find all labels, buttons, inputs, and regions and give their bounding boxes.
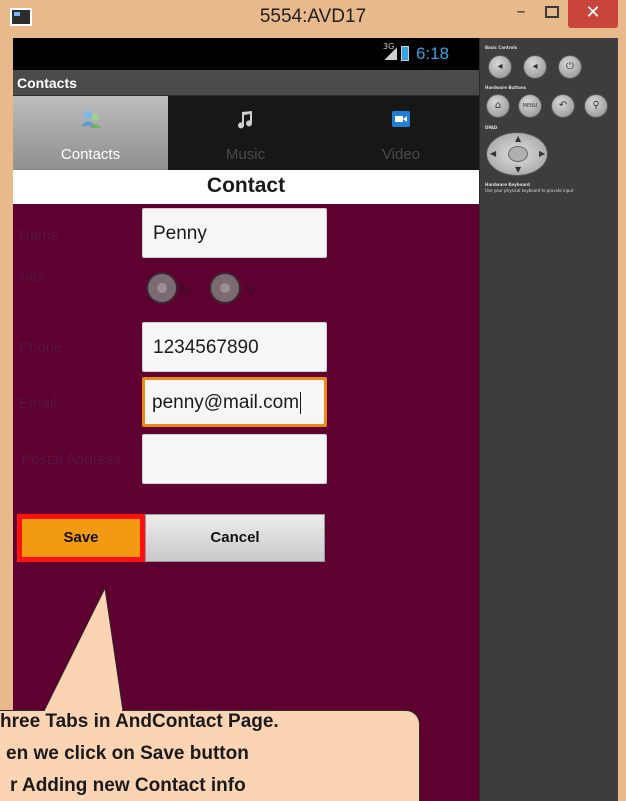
emulator-controls-panel: Basic Controls ◂ ◂ ⏻ Hardware Buttons ⌂ …: [479, 38, 618, 801]
dpad-down-icon: ▼: [515, 165, 522, 174]
app-title: Contacts: [17, 75, 77, 91]
video-camera-icon: [392, 111, 410, 127]
home-icon: ⌂: [494, 100, 502, 111]
cancel-button[interactable]: Cancel: [145, 514, 325, 562]
status-bar: 3G 6:18: [13, 38, 479, 70]
tab-label: Video: [381, 146, 421, 163]
dpad-left-icon: ◀: [490, 149, 497, 158]
dpad-label: DPAD: [485, 125, 498, 130]
radio-male[interactable]: [146, 272, 178, 304]
callout-line-1: hree Tabs in AndContact Page.: [0, 711, 279, 732]
name-field[interactable]: Penny: [142, 208, 327, 258]
power-icon: ⏻: [566, 61, 574, 72]
dpad-up-icon: ▲: [515, 134, 522, 143]
postal-field[interactable]: [142, 434, 327, 484]
back-icon: ↶: [558, 100, 568, 111]
window-titlebar: 5554:AVD17 – ✕: [0, 0, 626, 38]
email-field[interactable]: penny@mail.com: [142, 377, 327, 427]
callout-line-3: r Adding new Contact info: [10, 775, 246, 796]
phone-label: Phone: [19, 339, 63, 356]
dpad-right-icon: ▶: [539, 149, 546, 158]
home-button[interactable]: ⌂: [486, 94, 510, 118]
close-button[interactable]: ✕: [568, 0, 618, 28]
power-button[interactable]: ⏻: [558, 55, 582, 79]
phone-field[interactable]: 1234567890: [142, 322, 327, 372]
search-icon: ⚲: [592, 100, 600, 111]
email-value: penny@mail.com: [152, 392, 300, 414]
menu-button[interactable]: MENU: [518, 94, 542, 118]
emulator-window: 5554:AVD17 – ✕ 3G 6:18 Contacts Contacts: [0, 0, 626, 801]
back-button[interactable]: ↶: [551, 94, 575, 118]
volume-down-button[interactable]: ◂: [488, 55, 512, 79]
keyboard-hint: Use your physical keyboard to provide in…: [485, 188, 574, 193]
email-label: Email: [19, 395, 57, 412]
text-cursor: [300, 392, 302, 414]
status-time: 6:18: [416, 44, 450, 63]
form-header: Contact: [13, 170, 479, 204]
sex-label: Sex: [19, 268, 45, 285]
maximize-icon: [545, 6, 559, 18]
signal-icon: [385, 46, 397, 60]
search-button[interactable]: ⚲: [584, 94, 608, 118]
save-button[interactable]: Save: [17, 514, 145, 562]
device-screen: 3G 6:18 Contacts Contacts: [13, 38, 479, 801]
minimize-button[interactable]: –: [506, 0, 536, 28]
dpad-center-button[interactable]: [508, 146, 528, 162]
dpad-control[interactable]: ▲ ▼ ◀ ▶: [486, 132, 548, 176]
callout-line-2: en we click on Save button: [6, 743, 249, 764]
radio-male-label: M: [179, 282, 192, 299]
basic-controls-label: Basic Controls: [485, 45, 518, 50]
tab-contacts[interactable]: Contacts: [13, 96, 168, 170]
tab-bar: Contacts Music Video: [13, 96, 479, 170]
action-bar: Contacts: [13, 70, 479, 96]
volume-up-icon: ◂: [532, 61, 538, 72]
keyboard-label: Hardware Keyboard: [485, 182, 530, 187]
maximize-button[interactable]: [536, 0, 568, 28]
tab-label: Contacts: [60, 146, 121, 163]
radio-female[interactable]: [209, 272, 241, 304]
form-title: Contact: [206, 174, 286, 197]
annotation-callout: hree Tabs in AndContact Page. en we clic…: [0, 710, 420, 801]
tab-music[interactable]: Music: [168, 96, 323, 170]
battery-icon: [401, 46, 409, 61]
hardware-buttons-label: Hardware Buttons: [485, 85, 527, 90]
volume-down-icon: ◂: [497, 61, 503, 72]
tab-label: Music: [225, 146, 266, 163]
volume-up-button[interactable]: ◂: [523, 55, 547, 79]
name-label: Name: [19, 227, 60, 244]
music-note-icon: [237, 111, 252, 129]
tab-video[interactable]: Video: [323, 96, 479, 170]
postal-label: Postal Address: [21, 451, 122, 468]
radio-female-label: F: [248, 282, 258, 299]
contacts-icon: [80, 111, 101, 128]
